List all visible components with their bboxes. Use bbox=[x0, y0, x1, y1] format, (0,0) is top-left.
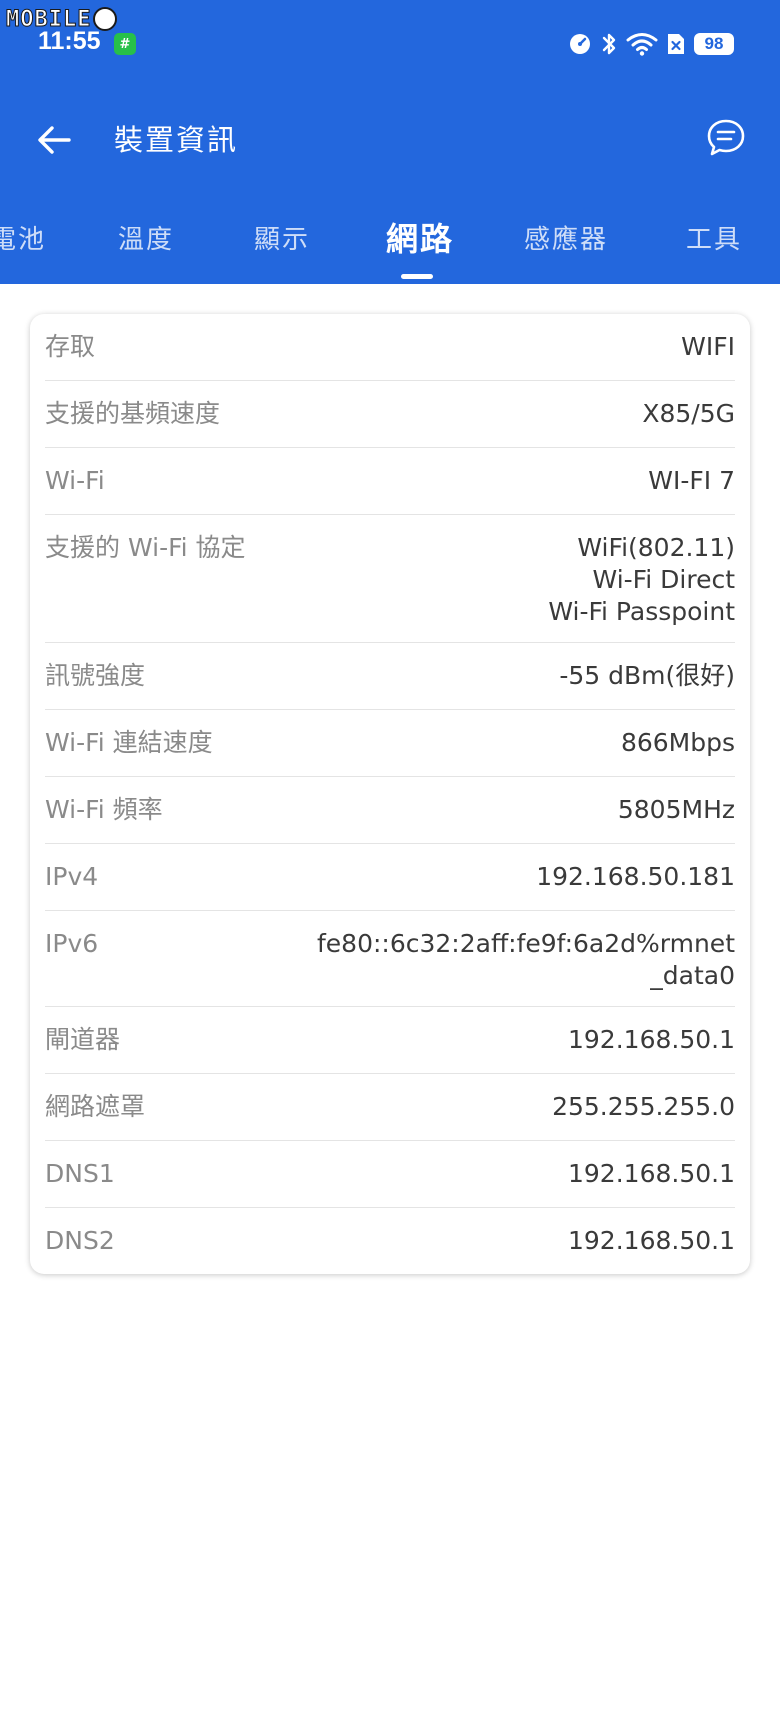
chat-bubble-icon bbox=[707, 119, 745, 156]
app-header: MOBILE 11:55 # 98 裝置資訊 電池 溫度 顯示 網路 感應器 工… bbox=[0, 0, 780, 284]
tab-sensors[interactable]: 感應器 bbox=[524, 210, 608, 284]
row-value: WI-FI 7 bbox=[648, 466, 735, 495]
arrow-left-icon bbox=[38, 126, 71, 154]
info-row-signal-strength: 訊號強度 -55 dBm(很好) bbox=[45, 643, 735, 710]
row-label: Wi-Fi 頻率 bbox=[45, 795, 163, 824]
status-time: 11:55 bbox=[38, 27, 101, 55]
row-label: Wi-Fi bbox=[45, 466, 105, 495]
info-row-baseband: 支援的基頻速度 X85/5G bbox=[45, 381, 735, 448]
info-row-dns2: DNS2 192.168.50.1 bbox=[45, 1208, 735, 1274]
row-value: 192.168.50.1 bbox=[568, 1159, 735, 1188]
info-row-wifi-protocols: 支援的 Wi-Fi 協定 WiFi(802.11) Wi-Fi Direct W… bbox=[45, 515, 735, 643]
tab-display[interactable]: 顯示 bbox=[254, 210, 310, 284]
row-value: WiFi(802.11) Wi-Fi Direct Wi-Fi Passpoin… bbox=[548, 533, 735, 626]
row-value: 255.255.255.0 bbox=[552, 1092, 735, 1121]
notification-app-icon: # bbox=[114, 33, 136, 55]
info-row-ipv6: IPv6 fe80::6c32:2aff:fe9f:6a2d%rmnet_dat… bbox=[45, 911, 735, 1007]
battery-icon: 98 bbox=[694, 33, 734, 55]
row-value: 192.168.50.1 bbox=[568, 1025, 735, 1054]
row-value: X85/5G bbox=[642, 399, 735, 428]
no-sim-icon bbox=[666, 32, 686, 56]
toolbar: 裝置資訊 bbox=[0, 96, 780, 186]
row-label: IPv4 bbox=[45, 862, 99, 891]
tab-temperature[interactable]: 溫度 bbox=[118, 210, 174, 284]
row-label: DNS2 bbox=[45, 1226, 115, 1255]
row-label: 訊號強度 bbox=[45, 661, 146, 690]
info-row-dns1: DNS1 192.168.50.1 bbox=[45, 1141, 735, 1208]
info-row-access: 存取 WIFI bbox=[45, 314, 735, 381]
row-label: 存取 bbox=[45, 332, 96, 361]
tab-network[interactable]: 網路 bbox=[386, 210, 454, 284]
network-info-card: 存取 WIFI 支援的基頻速度 X85/5G Wi-Fi WI-FI 7 支援的… bbox=[30, 314, 750, 1274]
info-row-link-speed: Wi-Fi 連結速度 866Mbps bbox=[45, 710, 735, 777]
row-label: 網路遮罩 bbox=[45, 1092, 146, 1121]
row-value: -55 dBm(很好) bbox=[559, 661, 735, 690]
row-value: 192.168.50.181 bbox=[536, 862, 735, 891]
info-row-gateway: 閘道器 192.168.50.1 bbox=[45, 1007, 735, 1074]
row-label: Wi-Fi 連結速度 bbox=[45, 728, 213, 757]
info-row-ipv4: IPv4 192.168.50.181 bbox=[45, 844, 735, 911]
row-value: fe80::6c32:2aff:fe9f:6a2d%rmnet_data0 bbox=[317, 929, 735, 990]
info-row-frequency: Wi-Fi 頻率 5805MHz bbox=[45, 777, 735, 844]
speedometer-icon bbox=[568, 32, 592, 56]
row-label: 支援的基頻速度 bbox=[45, 399, 221, 428]
tab-bar: 電池 溫度 顯示 網路 感應器 工具 bbox=[0, 210, 780, 284]
tab-tools[interactable]: 工具 bbox=[686, 210, 742, 284]
feedback-button[interactable] bbox=[702, 114, 750, 162]
info-row-netmask: 網路遮罩 255.255.255.0 bbox=[45, 1074, 735, 1141]
status-icons: 98 bbox=[568, 28, 734, 60]
device-info-screen: MOBILE 11:55 # 98 裝置資訊 電池 溫度 顯示 網路 感應器 工… bbox=[0, 0, 780, 1716]
row-label: IPv6 bbox=[45, 929, 99, 958]
tab-battery[interactable]: 電池 bbox=[0, 210, 46, 284]
row-value: 192.168.50.1 bbox=[568, 1226, 735, 1255]
page-title: 裝置資訊 bbox=[114, 123, 239, 157]
back-button[interactable] bbox=[30, 116, 78, 164]
wifi-icon bbox=[626, 32, 658, 56]
row-label: 支援的 Wi-Fi 協定 bbox=[45, 533, 246, 562]
active-tab-indicator bbox=[401, 274, 433, 279]
bluetooth-icon bbox=[600, 31, 618, 57]
row-label: 閘道器 bbox=[45, 1025, 121, 1054]
info-row-wifi: Wi-Fi WI-FI 7 bbox=[45, 448, 735, 515]
row-value: 866Mbps bbox=[620, 728, 735, 757]
row-value: 5805MHz bbox=[617, 795, 735, 824]
row-value: WIFI bbox=[681, 332, 735, 361]
row-label: DNS1 bbox=[45, 1159, 115, 1188]
